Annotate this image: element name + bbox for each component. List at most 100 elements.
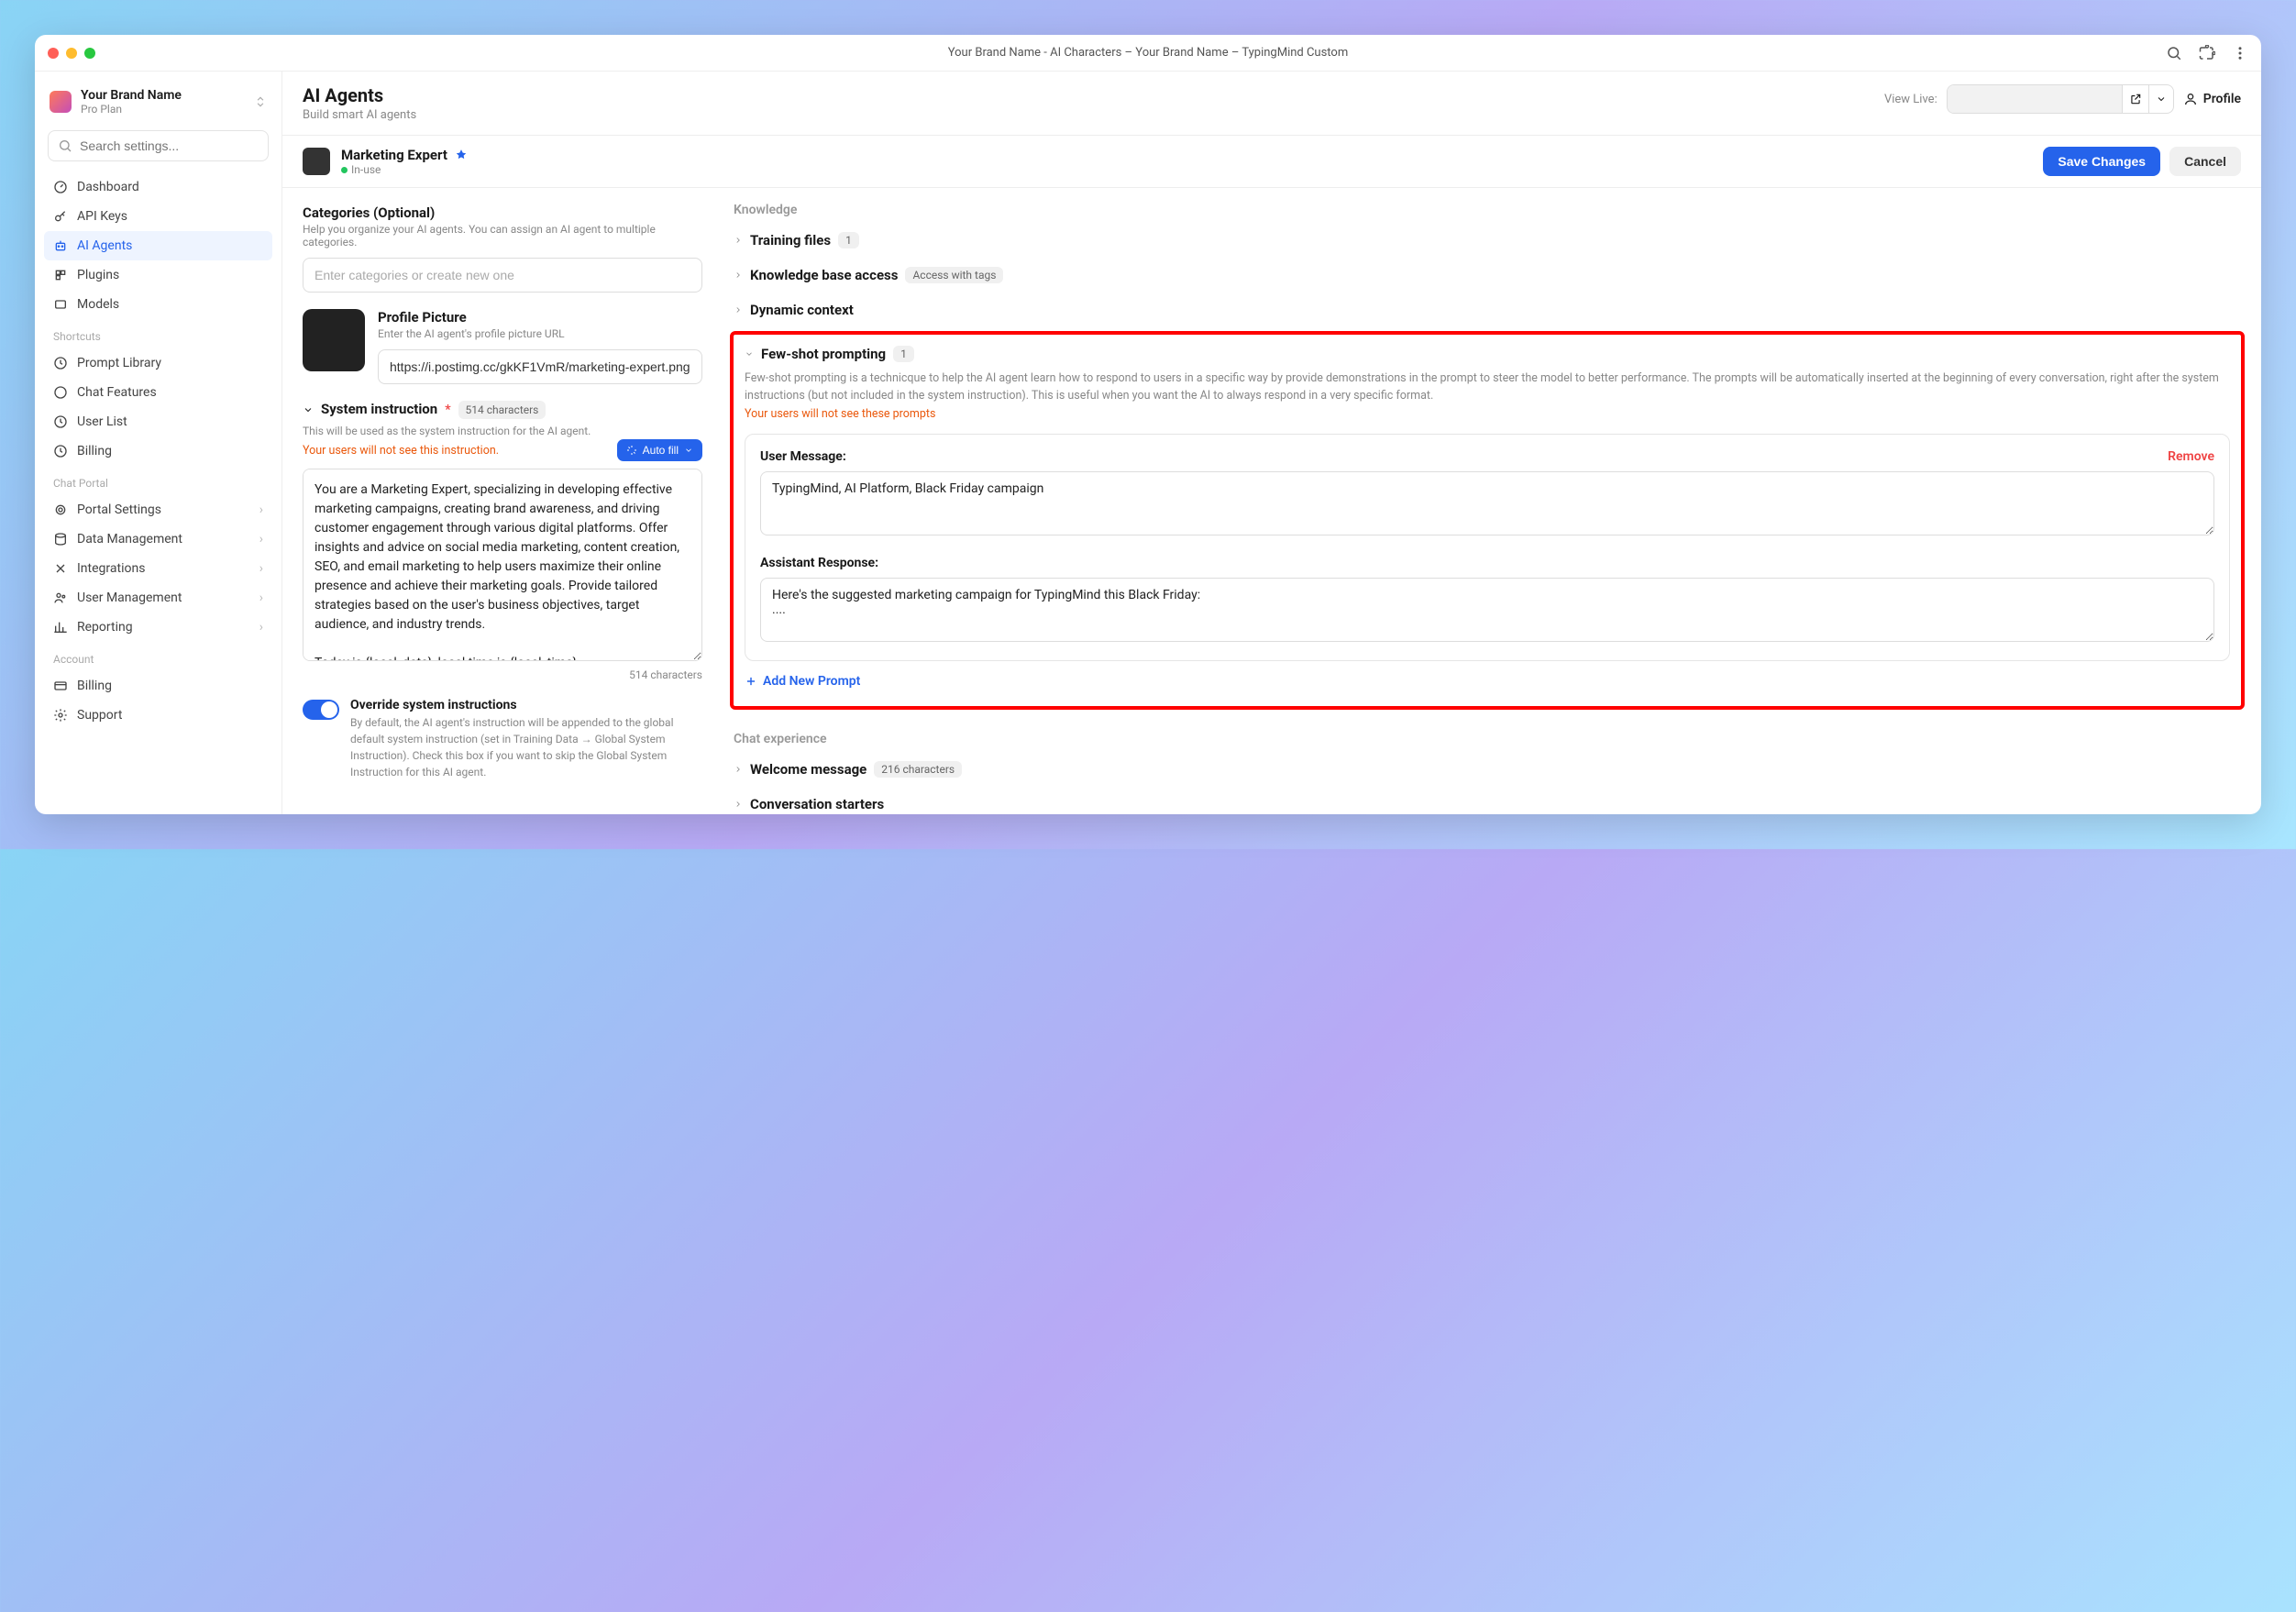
gauge-icon — [53, 180, 68, 194]
few-shot-row[interactable]: Few-shot prompting 1 — [745, 344, 2230, 364]
add-new-prompt-button[interactable]: Add New Prompt — [745, 674, 860, 689]
training-files-row[interactable]: Training files 1 — [730, 223, 2245, 258]
sidebar-item-dashboard[interactable]: Dashboard — [44, 172, 272, 202]
sidebar-item-label: Plugins — [77, 268, 119, 282]
sidebar-item-data-management[interactable]: Data Management › — [44, 524, 272, 554]
chevron-down-icon[interactable] — [2149, 85, 2173, 113]
chevron-down-icon[interactable] — [303, 404, 314, 415]
chevron-down-icon — [745, 349, 754, 359]
chevron-right-icon: › — [259, 561, 263, 576]
left-column: Categories (Optional) Help you organize … — [282, 188, 723, 814]
count-badge: 1 — [838, 232, 859, 248]
sidebar-item-label: Billing — [77, 679, 112, 693]
profile-picture-url-input[interactable] — [378, 349, 702, 384]
chevron-right-icon — [734, 236, 743, 245]
sidebar-item-models[interactable]: Models — [44, 290, 272, 319]
assistant-response-textarea[interactable] — [760, 578, 2214, 642]
puzzle-icon — [53, 268, 68, 282]
chart-icon — [53, 620, 68, 635]
categories-title: Categories (Optional) — [303, 204, 702, 221]
system-instruction-textarea[interactable] — [303, 469, 702, 661]
view-live-value — [1948, 85, 2122, 113]
sidebar-item-user-list[interactable]: User List — [44, 407, 272, 436]
sidebar-item-label: Dashboard — [77, 180, 139, 194]
pin-icon[interactable] — [455, 149, 468, 161]
few-shot-card: User Message: Remove Assistant Response: — [745, 434, 2230, 661]
sidebar-item-label: Chat Features — [77, 385, 157, 400]
users-icon — [53, 591, 68, 605]
few-shot-highlight-frame: Few-shot prompting 1 Few-shot prompting … — [730, 331, 2245, 710]
brand-plan: Pro Plan — [81, 103, 182, 116]
sidebar-item-ai-agents[interactable]: AI Agents — [44, 231, 272, 260]
view-live-label: View Live: — [1884, 93, 1937, 106]
sidebar-item-billing-shortcut[interactable]: Billing — [44, 436, 272, 466]
welcome-message-row[interactable]: Welcome message 216 characters — [730, 752, 2245, 787]
clock-icon — [53, 414, 68, 429]
few-shot-description: Few-shot prompting is a technicque to he… — [745, 370, 2230, 405]
right-column: Knowledge Training files 1 Knowledge bas… — [723, 188, 2261, 814]
chevron-right-icon: › — [259, 532, 263, 547]
sidebar-item-integrations[interactable]: Integrations › — [44, 554, 272, 583]
view-live-selector[interactable] — [1947, 84, 2174, 114]
remove-button[interactable]: Remove — [2168, 449, 2214, 464]
agent-bar: Marketing Expert In-use Save Changes Can… — [282, 136, 2261, 188]
categories-input[interactable] — [303, 258, 702, 293]
assistant-response-label: Assistant Response: — [760, 556, 878, 570]
user-icon — [2183, 92, 2198, 106]
cancel-button[interactable]: Cancel — [2169, 147, 2241, 176]
chevron-up-down-icon — [254, 95, 267, 108]
sidebar-item-user-management[interactable]: User Management › — [44, 583, 272, 613]
chevron-right-icon: › — [259, 502, 263, 517]
required-marker: * — [445, 403, 450, 417]
sidebar-item-support[interactable]: Support — [44, 701, 272, 730]
chevron-right-icon: › — [259, 591, 263, 605]
override-hint: By default, the AI agent's instruction w… — [350, 714, 702, 780]
clock-icon — [53, 356, 68, 370]
sidebar-item-label: Models — [77, 297, 119, 312]
profile-picture-preview — [303, 309, 365, 371]
override-toggle[interactable] — [303, 700, 339, 720]
profile-picture-title: Profile Picture — [378, 309, 702, 326]
char-badge: 216 characters — [874, 761, 962, 778]
save-button[interactable]: Save Changes — [2043, 147, 2160, 176]
profile-link[interactable]: Profile — [2183, 92, 2241, 106]
sidebar-item-api-keys[interactable]: API Keys — [44, 202, 272, 231]
brand-switcher[interactable]: Your Brand Name Pro Plan — [44, 84, 272, 127]
system-instruction-hint: This will be used as the system instruct… — [303, 425, 702, 437]
override-title: Override system instructions — [350, 698, 702, 712]
chevron-right-icon — [734, 800, 743, 809]
sidebar-item-reporting[interactable]: Reporting › — [44, 613, 272, 642]
search-icon — [58, 138, 72, 153]
system-instruction-note: Your users will not see this instruction… — [303, 444, 499, 458]
search-input-field[interactable] — [80, 138, 259, 153]
kb-access-row[interactable]: Knowledge base access Access with tags — [730, 258, 2245, 293]
agent-name: Marketing Expert — [341, 147, 447, 163]
sidebar-item-chat-features[interactable]: Chat Features — [44, 378, 272, 407]
sidebar-item-label: Prompt Library — [77, 356, 161, 370]
conversation-starters-row[interactable]: Conversation starters — [730, 787, 2245, 814]
sidebar-item-billing[interactable]: Billing — [44, 671, 272, 701]
gear-icon — [53, 708, 68, 723]
chevron-right-icon — [734, 305, 743, 315]
sidebar-item-portal-settings[interactable]: Portal Settings › — [44, 495, 272, 524]
user-message-label: User Message: — [760, 449, 846, 464]
cube-icon — [53, 297, 68, 312]
sidebar-item-label: Billing — [77, 444, 112, 458]
agent-status: In-use — [341, 163, 468, 176]
key-icon — [53, 209, 68, 224]
sidebar-item-label: User Management — [77, 591, 182, 605]
sidebar-item-label: Data Management — [77, 532, 182, 547]
open-external-icon[interactable] — [2122, 85, 2149, 113]
auto-fill-button[interactable]: Auto fill — [617, 439, 702, 461]
dynamic-context-row[interactable]: Dynamic context — [730, 293, 2245, 327]
search-settings-input[interactable] — [48, 130, 269, 161]
sidebar-item-prompt-library[interactable]: Prompt Library — [44, 348, 272, 378]
page-subtitle: Build smart AI agents — [303, 108, 416, 122]
chevron-right-icon: › — [259, 620, 263, 635]
sidebar-item-label: API Keys — [77, 209, 127, 224]
sidebar-item-plugins[interactable]: Plugins — [44, 260, 272, 290]
chat-experience-section: Chat experience — [730, 710, 2245, 752]
user-message-textarea[interactable] — [760, 471, 2214, 535]
plus-icon — [745, 675, 757, 688]
card-icon — [53, 679, 68, 693]
